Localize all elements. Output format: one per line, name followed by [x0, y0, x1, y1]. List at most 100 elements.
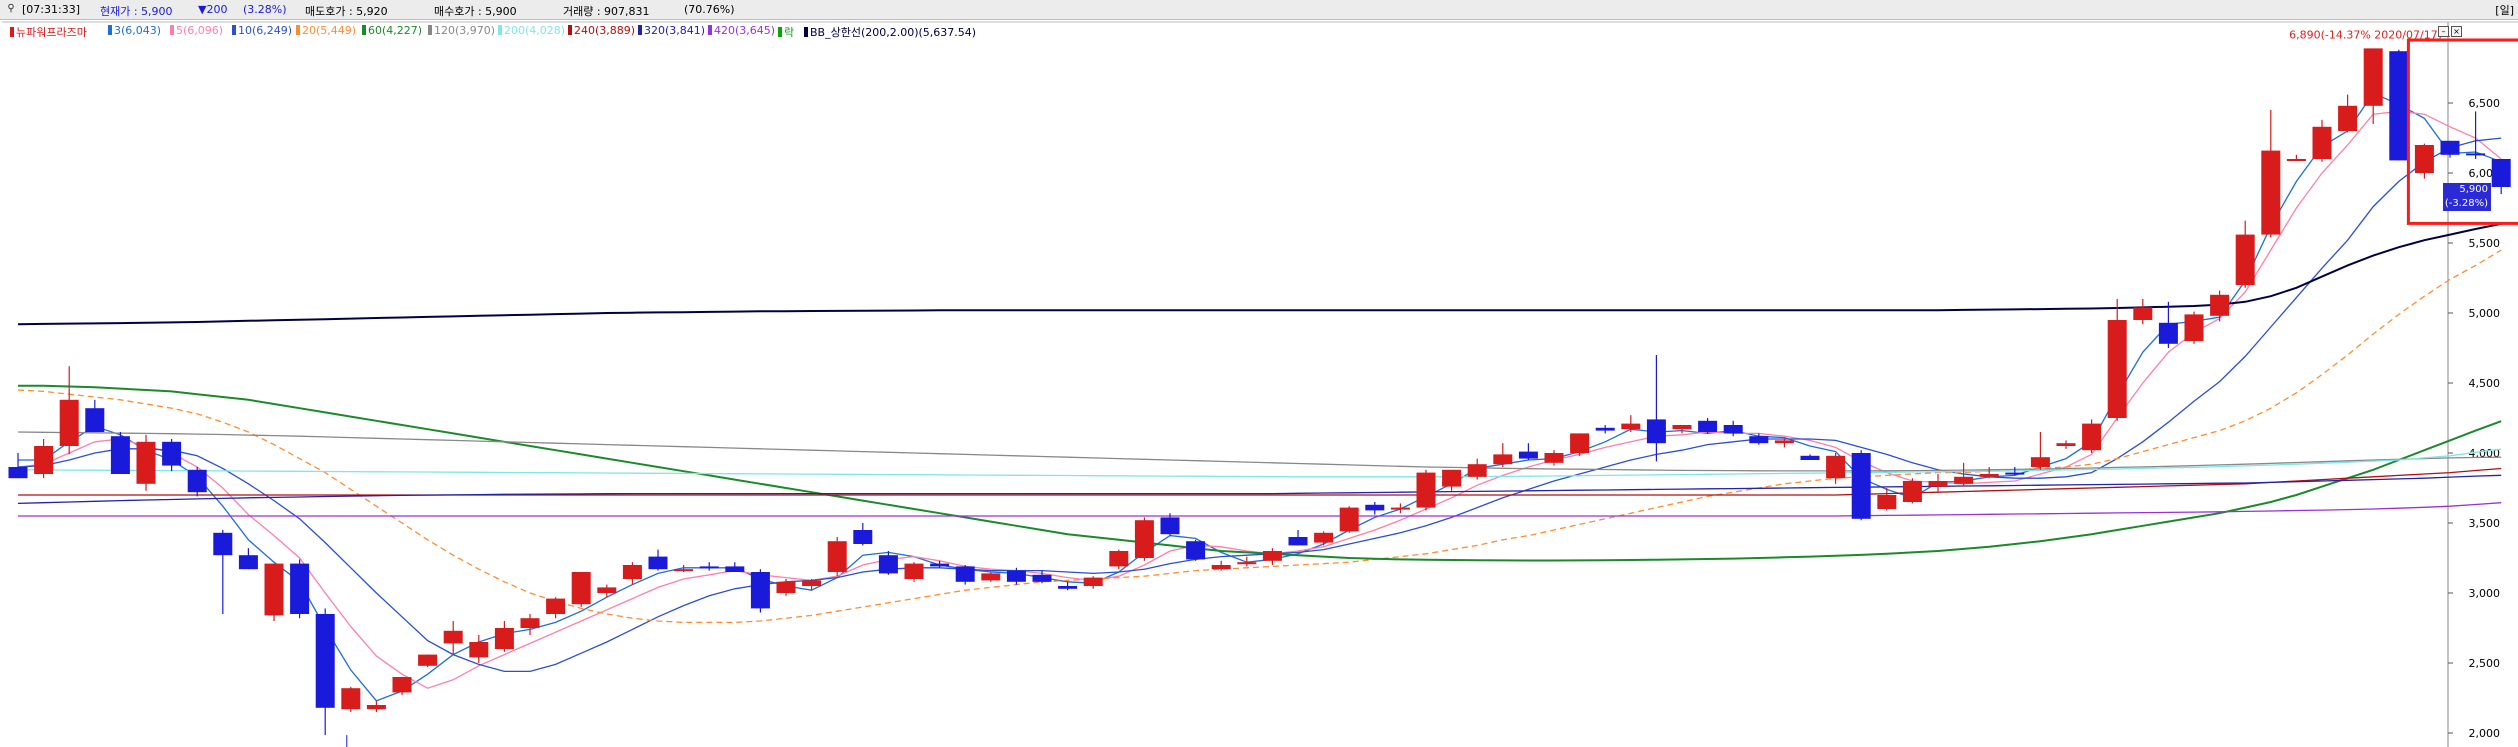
legend-swatch — [296, 25, 300, 35]
legend-swatch — [568, 25, 572, 35]
candle-body — [1186, 541, 1206, 560]
minimize-icon[interactable]: – — [2438, 26, 2449, 37]
candle-body — [2466, 153, 2486, 156]
current-price-tag: 5,900 (-3.28%) — [2443, 183, 2491, 211]
legend-item-10: 420(3,645) — [708, 24, 775, 37]
candle-body — [648, 556, 668, 570]
candle-body — [1800, 455, 1820, 460]
legend-swatch — [498, 25, 502, 35]
candle-body — [725, 566, 745, 572]
candle-body — [341, 688, 361, 710]
candle-body — [2286, 159, 2306, 161]
legend-swatch — [10, 27, 14, 37]
candle-body — [2184, 314, 2204, 341]
candle-body — [2005, 472, 2025, 475]
candle-body — [8, 467, 28, 479]
candle-body — [290, 563, 310, 614]
candle-body — [1032, 574, 1052, 582]
candle-body — [1211, 565, 1231, 570]
ma-line-420 — [18, 502, 2502, 517]
candle-body — [622, 565, 642, 579]
candle-body — [571, 572, 591, 605]
candle-body — [546, 598, 566, 614]
candle-body — [1314, 532, 1334, 543]
candle-body — [315, 614, 335, 708]
candle-body — [366, 705, 386, 710]
candle-body — [2056, 443, 2076, 446]
legend-swatch — [778, 27, 782, 37]
candle-body — [1365, 504, 1385, 511]
candle-body — [1160, 517, 1180, 535]
candle-body — [1467, 464, 1487, 477]
y-tick-label: 5,000 — [2469, 307, 2501, 320]
candle-body — [1723, 425, 1743, 434]
ma-line-3 — [18, 92, 2502, 702]
candle-body — [1493, 454, 1513, 465]
candle-body — [750, 572, 770, 609]
candle-body — [1262, 551, 1282, 561]
close-icon[interactable]: × — [2451, 26, 2462, 37]
candle-body — [2235, 234, 2255, 285]
chart-window: ⚲ [07:31:33] 현재가 : 5,900 ▼200 (3.28%) 매도… — [0, 0, 2518, 747]
legend-label: 10(6,249) — [238, 24, 293, 37]
y-tick-label: 4,500 — [2469, 377, 2501, 390]
candle-body — [2389, 51, 2409, 161]
candlestick-chart[interactable]: 2,0002,5003,0003,5004,0004,5005,0005,500… — [0, 0, 2518, 747]
candle-body — [1518, 451, 1538, 459]
candle-body — [776, 581, 796, 593]
legend-label: 120(3,970) — [434, 24, 496, 37]
candle-body — [2133, 307, 2153, 320]
candle-body — [85, 408, 105, 432]
candle-body — [1544, 453, 1564, 463]
candle-body — [904, 563, 924, 579]
legend-swatch — [170, 25, 174, 35]
ma-line-10 — [17, 137, 2502, 673]
candle-body — [597, 587, 617, 593]
candle-body — [2491, 159, 2511, 187]
candle-body — [1621, 423, 1641, 430]
ma-line-BB_상한선(200,2.00) — [17, 222, 2502, 326]
candle-body — [1877, 495, 1897, 509]
legend-label: 락 — [784, 26, 795, 39]
candle-body — [162, 441, 182, 466]
candle-body — [1954, 476, 1974, 484]
candle-body — [187, 469, 207, 493]
candle-body — [1570, 433, 1590, 453]
candle-body — [34, 446, 54, 474]
candle-body — [213, 532, 233, 556]
candle-body — [1134, 520, 1154, 558]
candle-body — [2338, 105, 2358, 131]
candle-body — [2363, 48, 2383, 106]
legend-swatch — [428, 25, 432, 35]
candle-body — [264, 563, 284, 616]
candle-body — [2440, 140, 2460, 155]
legend-label: 320(3,841) — [644, 24, 706, 37]
candle-body — [1339, 507, 1359, 532]
legend-item-2: 5(6,096) — [170, 24, 223, 37]
candle-body — [1851, 453, 1871, 519]
y-tick-label: 2,500 — [2469, 657, 2501, 670]
candle-body — [1390, 507, 1410, 510]
legend-label: 뉴파워프라즈마 — [16, 26, 87, 39]
candle-body — [2107, 320, 2127, 418]
candle-body — [1109, 551, 1129, 567]
y-tick-label: 3,000 — [2469, 587, 2501, 600]
candle-body — [1902, 481, 1922, 502]
y-tick-label: 2,000 — [2469, 727, 2501, 740]
candle-body — [110, 436, 130, 474]
legend-label: 20(5,449) — [302, 24, 357, 37]
candle-body — [955, 566, 975, 582]
y-tick-label: 6,500 — [2469, 97, 2501, 110]
legend-swatch — [362, 25, 366, 35]
candle-body — [418, 654, 438, 666]
candle-body — [443, 630, 463, 644]
legend-item-9: 320(3,841) — [638, 24, 705, 37]
candle-body — [2082, 423, 2102, 451]
candle-body — [1058, 586, 1078, 589]
candle-body — [1749, 436, 1769, 444]
candle-body — [1928, 481, 1948, 487]
candle-body — [853, 530, 873, 544]
candle-body — [2261, 150, 2281, 235]
legend-item-8: 240(3,889) — [568, 24, 635, 37]
candle-body — [59, 399, 79, 446]
